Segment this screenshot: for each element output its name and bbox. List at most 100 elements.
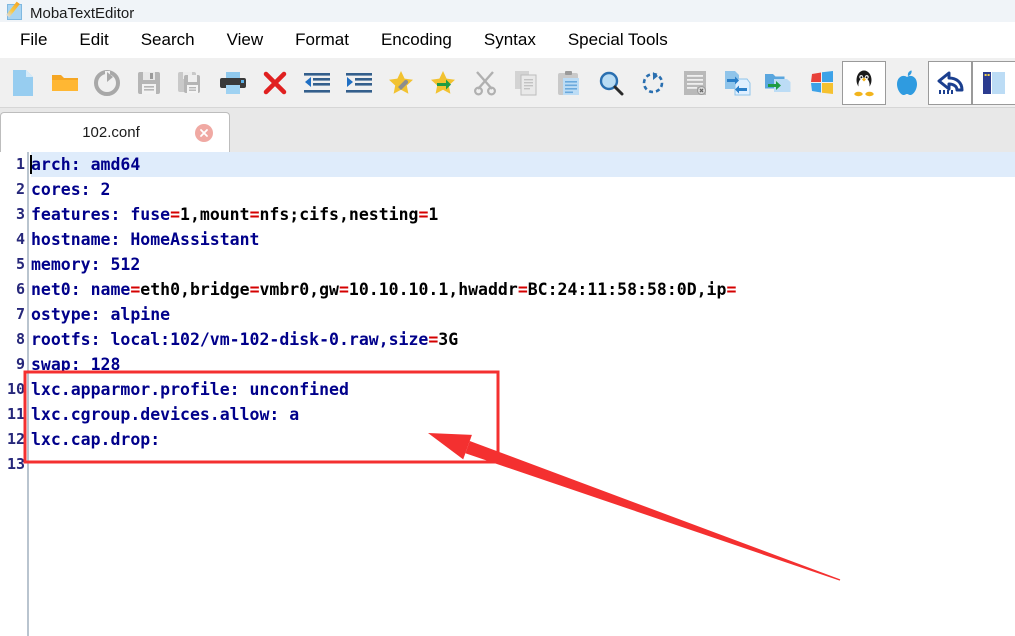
line-number: 5 [15,255,25,273]
code-line[interactable]: lxc.apparmor.profile: unconfined [31,377,1015,402]
undo-arrow-icon[interactable] [928,60,972,105]
line-number: 9 [15,355,25,373]
code-token: hostname: HomeAssistant [31,230,260,249]
line-number: 3 [15,205,25,223]
code-line[interactable]: lxc.cgroup.devices.allow: a [31,402,1015,427]
code-token: nfs;cifs,nesting [259,205,419,224]
line-number: 13 [6,455,25,473]
print-icon[interactable] [212,61,254,105]
code-token: swap: 128 [31,355,121,374]
text-caret [30,155,32,174]
code-line[interactable]: arch: amd64 [30,152,1015,177]
apple-mac-icon[interactable] [886,61,928,105]
toolbar [0,58,1015,108]
save-as-icon[interactable] [170,61,212,105]
paste-clipboard-icon[interactable] [548,61,590,105]
code-token: lxc.cgroup.devices.allow: a [31,405,300,424]
code-line[interactable]: net0: name=eth0,bridge=vmbr0,gw=10.10.10… [31,277,1015,302]
code-line[interactable]: cores: 2 [31,177,1015,202]
code-token: features: fuse [31,205,171,224]
tabstrip: 102.conf [0,108,1015,152]
close-icon[interactable] [195,123,213,142]
code-line[interactable]: swap: 128 [31,352,1015,377]
book-panel-icon[interactable] [972,60,1015,105]
code-token: memory: 512 [31,255,141,274]
line-number-gutter: 1 2 3 4 5 6 7 8 9 10 11 12 13 [0,152,29,636]
code-line[interactable]: features: fuse=1,mount=nfs;cifs,nesting=… [31,202,1015,227]
code-token: arch: amd64 [31,155,141,174]
editor-pane[interactable]: 1 2 3 4 5 6 7 8 9 10 11 12 13 arch: amd6… [0,152,1015,636]
save-icon[interactable] [128,61,170,105]
menubar: File Edit Search View Format Encoding Sy… [0,22,1015,58]
code-token: ostype: alpine [31,305,171,324]
code-token: 1 [428,205,439,224]
code-token: cores: 2 [31,180,111,199]
code-token: = [428,330,439,349]
menu-edit[interactable]: Edit [63,28,124,52]
code-token: lxc.cap.drop: [31,430,161,449]
linux-penguin-icon[interactable] [842,60,886,105]
code-token: 3G [438,330,459,349]
close-red-x-icon[interactable] [254,61,296,105]
windows-format-icon[interactable] [800,61,842,105]
code-line[interactable]: rootfs: local:102/vm-102-disk-0.raw,size… [31,327,1015,352]
code-token: = [338,280,349,299]
code-token: = [517,280,528,299]
code-line[interactable]: ostype: alpine [31,302,1015,327]
code-line[interactable] [31,452,1015,477]
cut-scissors-icon[interactable] [464,61,506,105]
code-line[interactable]: memory: 512 [31,252,1015,277]
line-number: 11 [6,405,25,423]
code-line[interactable]: lxc.cap.drop: [31,427,1015,452]
code-token: = [726,280,737,299]
window-title: MobaTextEditor [30,5,135,22]
menu-file[interactable]: File [4,28,63,52]
menu-format[interactable]: Format [279,28,365,52]
code-token: net0: name [31,280,131,299]
reload-icon[interactable] [86,61,128,105]
menu-view[interactable]: View [211,28,280,52]
remove-lines-icon[interactable] [674,61,716,105]
code-token: vmbr0,gw [259,280,339,299]
window-titlebar: MobaTextEditor [0,0,1015,22]
code-token: = [249,205,260,224]
copy-icon[interactable] [506,61,548,105]
indent-icon[interactable] [338,61,380,105]
line-number: 6 [15,280,25,298]
tab-102-conf[interactable]: 102.conf [0,112,230,152]
menu-syntax[interactable]: Syntax [468,28,552,52]
code-token: lxc.apparmor.profile: unconfined [31,380,349,399]
line-number: 1 [15,155,25,173]
replace-loop-icon[interactable] [632,61,674,105]
code-token: 1,mount [180,205,250,224]
line-number: 10 [6,380,25,398]
goto-bookmark-star-icon[interactable] [422,61,464,105]
code-line[interactable]: hostname: HomeAssistant [31,227,1015,252]
menu-special-tools[interactable]: Special Tools [552,28,684,52]
open-folder-icon[interactable] [44,61,86,105]
move-to-folder-icon[interactable] [758,61,800,105]
swap-documents-icon[interactable] [716,61,758,105]
menu-encoding[interactable]: Encoding [365,28,468,52]
line-number: 2 [15,180,25,198]
line-number: 12 [6,430,25,448]
code-token: eth0,bridge [140,280,250,299]
line-number: 7 [15,305,25,323]
line-number: 8 [15,330,25,348]
line-number: 4 [15,230,25,248]
menu-search[interactable]: Search [125,28,211,52]
code-token: = [249,280,260,299]
code-token: 10.10.10.1,hwaddr [348,280,518,299]
notepad-pencil-icon [6,1,24,21]
code-token: = [170,205,181,224]
code-token: rootfs: local:102/vm-102-disk-0.raw,size [31,330,429,349]
bookmark-star-icon[interactable] [380,61,422,105]
outdent-icon[interactable] [296,61,338,105]
code-text[interactable]: arch: amd64 cores: 2 features: fuse=1,moun… [30,152,1015,636]
new-file-icon[interactable] [2,61,44,105]
tab-label: 102.conf [82,124,140,141]
code-token: = [130,280,141,299]
mobatexteditor-window: MobaTextEditor File Edit Search View For… [0,0,1015,636]
code-token: = [418,205,429,224]
search-magnifier-icon[interactable] [590,61,632,105]
